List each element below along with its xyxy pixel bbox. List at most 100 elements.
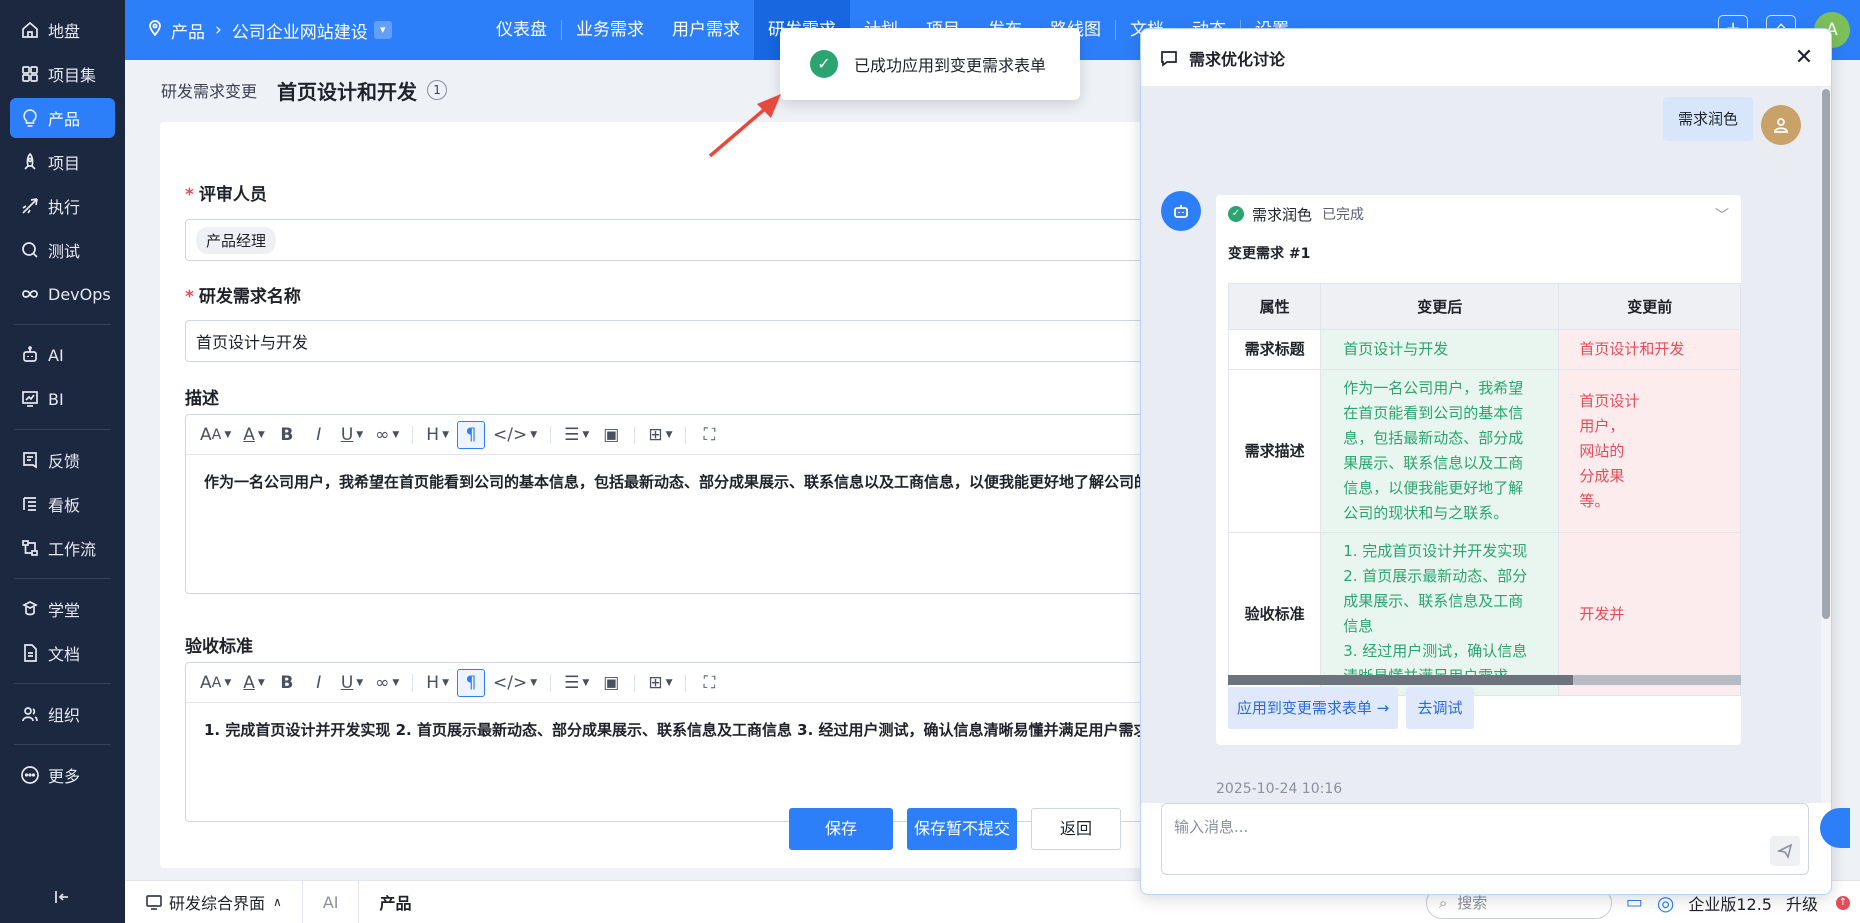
horizontal-scrollbar[interactable]: [1228, 675, 1741, 685]
change-form: * 评审人员 产品经理 * 研发需求名称 首页设计与开发 描述 A A ▼ A ▼ B I…: [160, 122, 1150, 868]
graduation-icon: [19, 598, 41, 620]
close-icon[interactable]: ✕: [1791, 45, 1817, 71]
feedback-icon: [19, 449, 41, 471]
description-text[interactable]: 作为一名公司用户，我希望在首页能看到公司的基本信息，包括最新动态、部分成果展示、…: [186, 455, 1150, 508]
status-crumb-product[interactable]: 产品: [359, 881, 431, 923]
monitor-icon: [146, 895, 162, 910]
acceptance-text[interactable]: 1. 完成首页设计并开发实现 2. 首页展示最新动态、部分成果展示、联系信息及工…: [186, 703, 1150, 756]
sidebar-item-testing[interactable]: 测试: [10, 230, 115, 270]
send-button[interactable]: [1770, 836, 1800, 866]
chat-panel: 需求优化讨论 ✕ 需求润色 ✓ 需求润色 已完成 ﹀ 变更需求 #1 属性 变更…: [1140, 28, 1832, 895]
document-icon: [19, 642, 41, 664]
sidebar-item-project[interactable]: 项目: [10, 142, 115, 182]
save-draft-button[interactable]: 保存暂不提交: [907, 808, 1017, 850]
sidebar-item-label: DevOps: [48, 284, 111, 304]
fullscreen-icon[interactable]: ⛶: [695, 669, 723, 697]
table-icon[interactable]: ⊞ ▼: [644, 421, 676, 449]
scrollbar-thumb[interactable]: [1228, 675, 1573, 685]
name-field[interactable]: 首页设计与开发: [185, 320, 1150, 362]
paragraph-icon[interactable]: ¶: [457, 420, 485, 449]
font-color-icon[interactable]: A ▼: [239, 421, 269, 449]
font-color-icon[interactable]: A ▼: [239, 669, 269, 697]
sidebar-item-more[interactable]: 更多: [10, 755, 115, 795]
breadcrumb-root[interactable]: 产品: [171, 18, 205, 43]
image-icon[interactable]: ▣: [597, 669, 625, 697]
list-icon[interactable]: ☰ ▼: [560, 669, 593, 697]
sidebar-item-label: BI: [48, 389, 64, 409]
sidebar-item-docs[interactable]: 文档: [10, 633, 115, 673]
table-row: 需求描述 作为一名公司用户，我希望在首页能看到公司的基本信息，包括最新动态、部分…: [1227, 369, 1741, 533]
heading-icon[interactable]: H ▼: [422, 669, 453, 697]
collapse-sidebar-icon[interactable]: [52, 887, 74, 909]
reviewer-field[interactable]: 产品经理: [185, 219, 1150, 261]
sidebar-item-label: 反馈: [48, 452, 81, 471]
sidebar-item-product[interactable]: 产品: [10, 98, 115, 138]
code-icon[interactable]: </> ▼: [489, 421, 541, 449]
apply-button-label: 应用到变更需求表单: [1236, 699, 1372, 717]
fullscreen-icon[interactable]: ⛶: [695, 421, 723, 449]
sidebar-item-feedback[interactable]: 反馈: [10, 440, 115, 480]
sidebar-item-academy[interactable]: 学堂: [10, 589, 115, 629]
sidebar-item-label: 项目: [48, 154, 81, 173]
vertical-scrollbar[interactable]: [1821, 87, 1831, 803]
link-icon[interactable]: ∞ ▼: [371, 421, 403, 449]
chat-input[interactable]: 输入消息...: [1161, 803, 1809, 875]
people-icon: [19, 703, 41, 725]
apply-to-form-button[interactable]: 应用到变更需求表单 →: [1228, 687, 1398, 729]
debug-button[interactable]: 去调试: [1406, 687, 1474, 729]
underline-icon[interactable]: U ▼: [337, 421, 367, 449]
table-header-row: 属性 变更后 变更前: [1227, 283, 1741, 330]
editor-toolbar: A A ▼ A ▼ B I U ▼ ∞ ▼ H ▼ ¶ </> ▼ ☰ ▼ ▣ ⊞ ▼ ⛶: [186, 415, 1150, 455]
sidebar-item-programs[interactable]: 项目集: [10, 54, 115, 94]
sidebar-item-organization[interactable]: 组织: [10, 694, 115, 734]
heading-icon[interactable]: H ▼: [422, 421, 453, 449]
sidebar-item-label: 地盘: [48, 22, 81, 41]
board-icon: [19, 493, 41, 515]
card-header[interactable]: ✓ 需求润色 已完成 ﹀: [1216, 195, 1741, 233]
chevron-down-icon[interactable]: ﹀: [1715, 205, 1729, 225]
grid-icon: [19, 63, 41, 85]
sidebar-item-execution[interactable]: 执行: [10, 186, 115, 226]
chevron-down-icon[interactable]: ▾: [373, 21, 392, 39]
font-size-icon[interactable]: A A ▼: [196, 421, 235, 449]
sidebar-item-bi[interactable]: BI: [10, 379, 115, 419]
bold-icon[interactable]: B: [273, 669, 301, 697]
code-icon[interactable]: </> ▼: [489, 669, 541, 697]
nav-dashboard[interactable]: 仪表盘: [482, 0, 561, 60]
nav-user-requirements[interactable]: 用户需求: [658, 0, 754, 60]
link-icon[interactable]: ∞ ▼: [371, 669, 403, 697]
sidebar-item-workflow[interactable]: 工作流: [10, 528, 115, 568]
italic-icon[interactable]: I: [305, 421, 333, 449]
nav-business-requirements[interactable]: 业务需求: [562, 0, 658, 60]
save-button[interactable]: 保存: [789, 808, 893, 850]
sidebar-item-ai[interactable]: AI: [10, 335, 115, 375]
toolbar-divider: [412, 425, 414, 444]
acceptance-editor: A A ▼ A ▼ B I U ▼ ∞ ▼ H ▼ ¶ </> ▼ ☰ ▼ ▣ ⊞ ▼ ⛶ 1. …: [185, 662, 1150, 822]
paragraph-icon[interactable]: ¶: [457, 668, 485, 697]
search-placeholder: 搜索: [1457, 894, 1488, 912]
underline-icon[interactable]: U ▼: [337, 669, 367, 697]
image-icon[interactable]: ▣: [597, 421, 625, 449]
user-message: 需求润色: [1662, 97, 1753, 141]
robot-icon: [19, 344, 41, 366]
breadcrumb-current[interactable]: 公司企业网站建设: [232, 18, 368, 43]
infinity-icon: [19, 283, 41, 305]
table-icon[interactable]: ⊞ ▼: [644, 669, 676, 697]
sidebar-item-dashboard[interactable]: 地盘: [10, 10, 115, 50]
user-avatar-icon: [1761, 105, 1801, 145]
italic-icon[interactable]: I: [305, 669, 333, 697]
workspace-switcher[interactable]: 研发综合界面 ∧: [125, 880, 303, 923]
row-before: 开发并: [1558, 532, 1741, 696]
toolbar-divider: [685, 425, 687, 444]
list-icon[interactable]: ☰ ▼: [560, 421, 593, 449]
status-crumb-ai[interactable]: AI: [303, 880, 360, 923]
row-before: 首页设计和开发: [1558, 329, 1741, 370]
message-icon[interactable]: ▭: [1626, 892, 1643, 913]
bold-icon[interactable]: B: [273, 421, 301, 449]
scrollbar-thumb[interactable]: [1822, 89, 1830, 619]
back-button[interactable]: 返回: [1031, 808, 1121, 850]
sidebar-item-kanban[interactable]: 看板: [10, 484, 115, 524]
reviewer-chip[interactable]: 产品经理: [196, 226, 277, 254]
sidebar-item-devops[interactable]: DevOps: [10, 274, 115, 314]
font-size-icon[interactable]: A A ▼: [196, 669, 235, 697]
